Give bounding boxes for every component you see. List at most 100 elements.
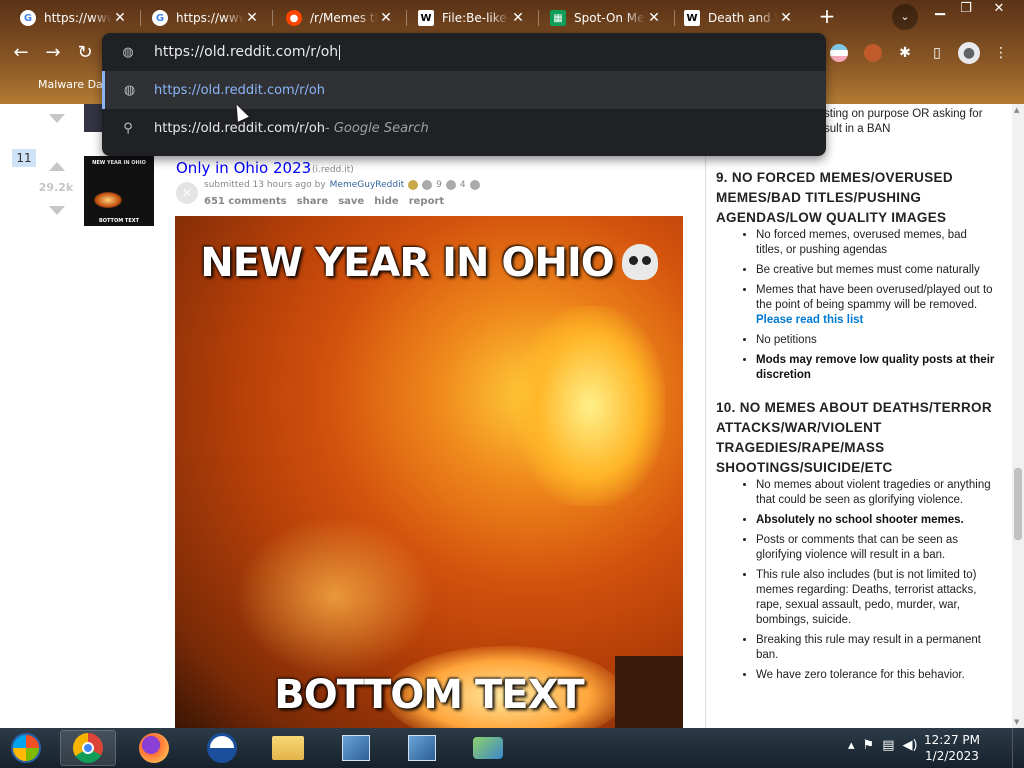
installer-icon <box>342 735 370 761</box>
taskbar-chrome[interactable] <box>60 730 116 766</box>
caption-text: NEW YEAR IN OHIO <box>200 240 614 286</box>
account-icon[interactable]: ● <box>958 42 980 64</box>
menu-icon[interactable]: ⋮ <box>990 42 1012 64</box>
taskbar: ▴ ⚑ ▤ ◀) 12:27 PM 1/2/2023 <box>0 728 1024 768</box>
network-icon[interactable]: ▤ <box>882 738 894 753</box>
address-bar[interactable]: ◍ https://old.reddit.com/r/oh <box>102 33 826 71</box>
award-count: 9 <box>436 180 442 190</box>
thumbnail-fire <box>94 192 122 208</box>
post-listing: 11 29.2k NEW YEAR IN OHIO BOTTOM TEXT On… <box>12 104 695 728</box>
wikipedia-icon: W <box>684 10 700 26</box>
scrollbar-thumb[interactable] <box>1014 468 1022 540</box>
side-panel-icon[interactable]: ▯ <box>926 42 948 64</box>
close-icon[interactable]: ✕ <box>646 10 662 26</box>
share-link[interactable]: share <box>297 196 329 207</box>
firefox-icon <box>139 733 169 763</box>
bookmark-item[interactable]: Malware Dat <box>38 78 107 91</box>
taskbar-firefox[interactable] <box>126 730 182 766</box>
spreadsheet-icon: ▦ <box>550 10 566 26</box>
suggestion-url[interactable]: ◍ https://old.reddit.com/r/oh <box>102 71 826 109</box>
author-link[interactable]: MemeGuyReddit <box>330 180 404 190</box>
show-desktop-button[interactable] <box>1012 728 1024 768</box>
window-close-button[interactable]: ✕ <box>984 0 1014 20</box>
tab-title: File:Be-like- <box>442 11 510 25</box>
volume-icon[interactable]: ◀) <box>902 738 917 753</box>
save-link[interactable]: save <box>338 196 364 207</box>
suggestion-text: https://old.reddit.com/r/oh <box>154 120 326 136</box>
suggestion-text: https://old.reddit.com/r/oh <box>154 82 326 98</box>
tab-title: https://www <box>44 11 112 25</box>
tab-1[interactable]: G https://www ✕ <box>12 4 136 32</box>
clock[interactable]: 12:27 PM 1/2/2023 <box>922 732 982 764</box>
close-icon[interactable]: ✕ <box>510 10 526 26</box>
network-users-icon <box>473 737 503 759</box>
comments-link[interactable]: 651 comments <box>204 196 287 207</box>
scroll-up-icon[interactable]: ▲ <box>1014 106 1019 114</box>
extension-icon[interactable] <box>830 44 848 62</box>
reload-button[interactable]: ↻ <box>72 40 98 66</box>
submitted-text: submitted 13 hours ago by <box>204 180 326 190</box>
tab-title: Spot-On Mer <box>574 11 646 25</box>
omnibox-dropdown: ◍ https://old.reddit.com/r/oh ◍ https://… <box>102 33 826 156</box>
taskbar-app-3[interactable] <box>460 730 516 766</box>
rule-item: Mods may remove low quality posts at the… <box>756 353 996 383</box>
tab-6[interactable]: W Death and W ✕ <box>676 4 802 32</box>
upvote-arrow-icon[interactable] <box>49 162 65 171</box>
taskbar-file-explorer[interactable] <box>260 730 316 766</box>
tab-strip: G https://www ✕ G https://www ✕ ● /r/Mem… <box>0 0 1024 36</box>
rule-item-text: Memes that have been overused/played out… <box>756 284 993 311</box>
address-input[interactable]: https://old.reddit.com/r/oh <box>154 44 338 60</box>
profile-extension-icon[interactable] <box>864 44 882 62</box>
rule-list: No memes about violent tragedies or anyt… <box>716 478 996 683</box>
post-image[interactable]: NEW YEAR IN OHIO BOTTOM TEXT <box>175 216 683 728</box>
close-icon[interactable]: ✕ <box>244 10 260 26</box>
back-button[interactable]: ← <box>8 40 34 66</box>
page-scrollbar[interactable]: ▲ ▼ <box>1012 104 1024 728</box>
google-icon: G <box>152 10 168 26</box>
post-rank: 11 <box>12 149 36 167</box>
reddit-icon: ● <box>286 10 302 26</box>
new-tab-button[interactable]: + <box>816 6 838 28</box>
close-icon[interactable]: ✕ <box>378 10 394 26</box>
forward-button[interactable]: → <box>40 40 66 66</box>
rule-item: No petitions <box>756 333 996 348</box>
post-title[interactable]: Only in Ohio 2023 <box>176 159 311 177</box>
wikipedia-icon: W <box>418 10 434 26</box>
rule-link[interactable]: Please read this list <box>756 314 863 326</box>
post-buttons: 651 comments share save hide report <box>204 196 444 207</box>
flag-icon[interactable]: ⚑ <box>863 738 875 753</box>
rule-item: Absolutely no school shooter memes. <box>756 513 996 528</box>
rule-item: No forced memes, overused memes, bad tit… <box>756 228 996 258</box>
minimize-button[interactable]: ▁ <box>926 0 954 20</box>
suggestion-search[interactable]: ⚲ https://old.reddit.com/r/oh - Google S… <box>102 109 826 147</box>
downvote-arrow-icon[interactable] <box>49 114 65 123</box>
tab-search-button[interactable]: ⌄ <box>892 4 918 30</box>
puzzle-icon[interactable]: ✱ <box>894 42 916 64</box>
close-icon[interactable]: ✕ <box>778 10 794 26</box>
thumbnail-caption-top: NEW YEAR IN OHIO <box>92 160 146 166</box>
tab-3[interactable]: ● /r/Memes th ✕ <box>278 4 402 32</box>
tab-5[interactable]: ▦ Spot-On Mer ✕ <box>542 4 670 32</box>
taskbar-app-circle[interactable] <box>194 730 250 766</box>
report-link[interactable]: report <box>409 196 444 207</box>
start-button[interactable] <box>0 730 52 766</box>
award-icon <box>445 180 456 190</box>
show-hidden-icons-icon[interactable]: ▴ <box>848 738 855 753</box>
rule-item-bold: Mods may remove low quality posts at the… <box>756 354 995 381</box>
tab-2[interactable]: G https://www ✕ <box>144 4 268 32</box>
award-icon <box>408 180 419 190</box>
collapse-media-icon[interactable]: ✕ <box>176 182 198 204</box>
taskbar-app-1[interactable] <box>328 730 384 766</box>
previous-post-thumbnail[interactable] <box>84 104 104 132</box>
post-thumbnail[interactable]: NEW YEAR IN OHIO BOTTOM TEXT <box>84 156 154 226</box>
scroll-down-icon[interactable]: ▼ <box>1014 718 1019 726</box>
taskbar-app-2[interactable] <box>394 730 450 766</box>
close-icon[interactable]: ✕ <box>112 10 128 26</box>
post-domain[interactable]: (i.redd.it) <box>312 165 354 175</box>
rule-item: This rule also includes (but is not limi… <box>756 568 996 628</box>
hide-link[interactable]: hide <box>374 196 399 207</box>
tab-4[interactable]: W File:Be-like- ✕ <box>410 4 534 32</box>
tab-title: /r/Memes th <box>310 11 378 25</box>
downvote-arrow-icon[interactable] <box>49 206 65 215</box>
restore-button[interactable]: ❐ <box>952 0 980 20</box>
